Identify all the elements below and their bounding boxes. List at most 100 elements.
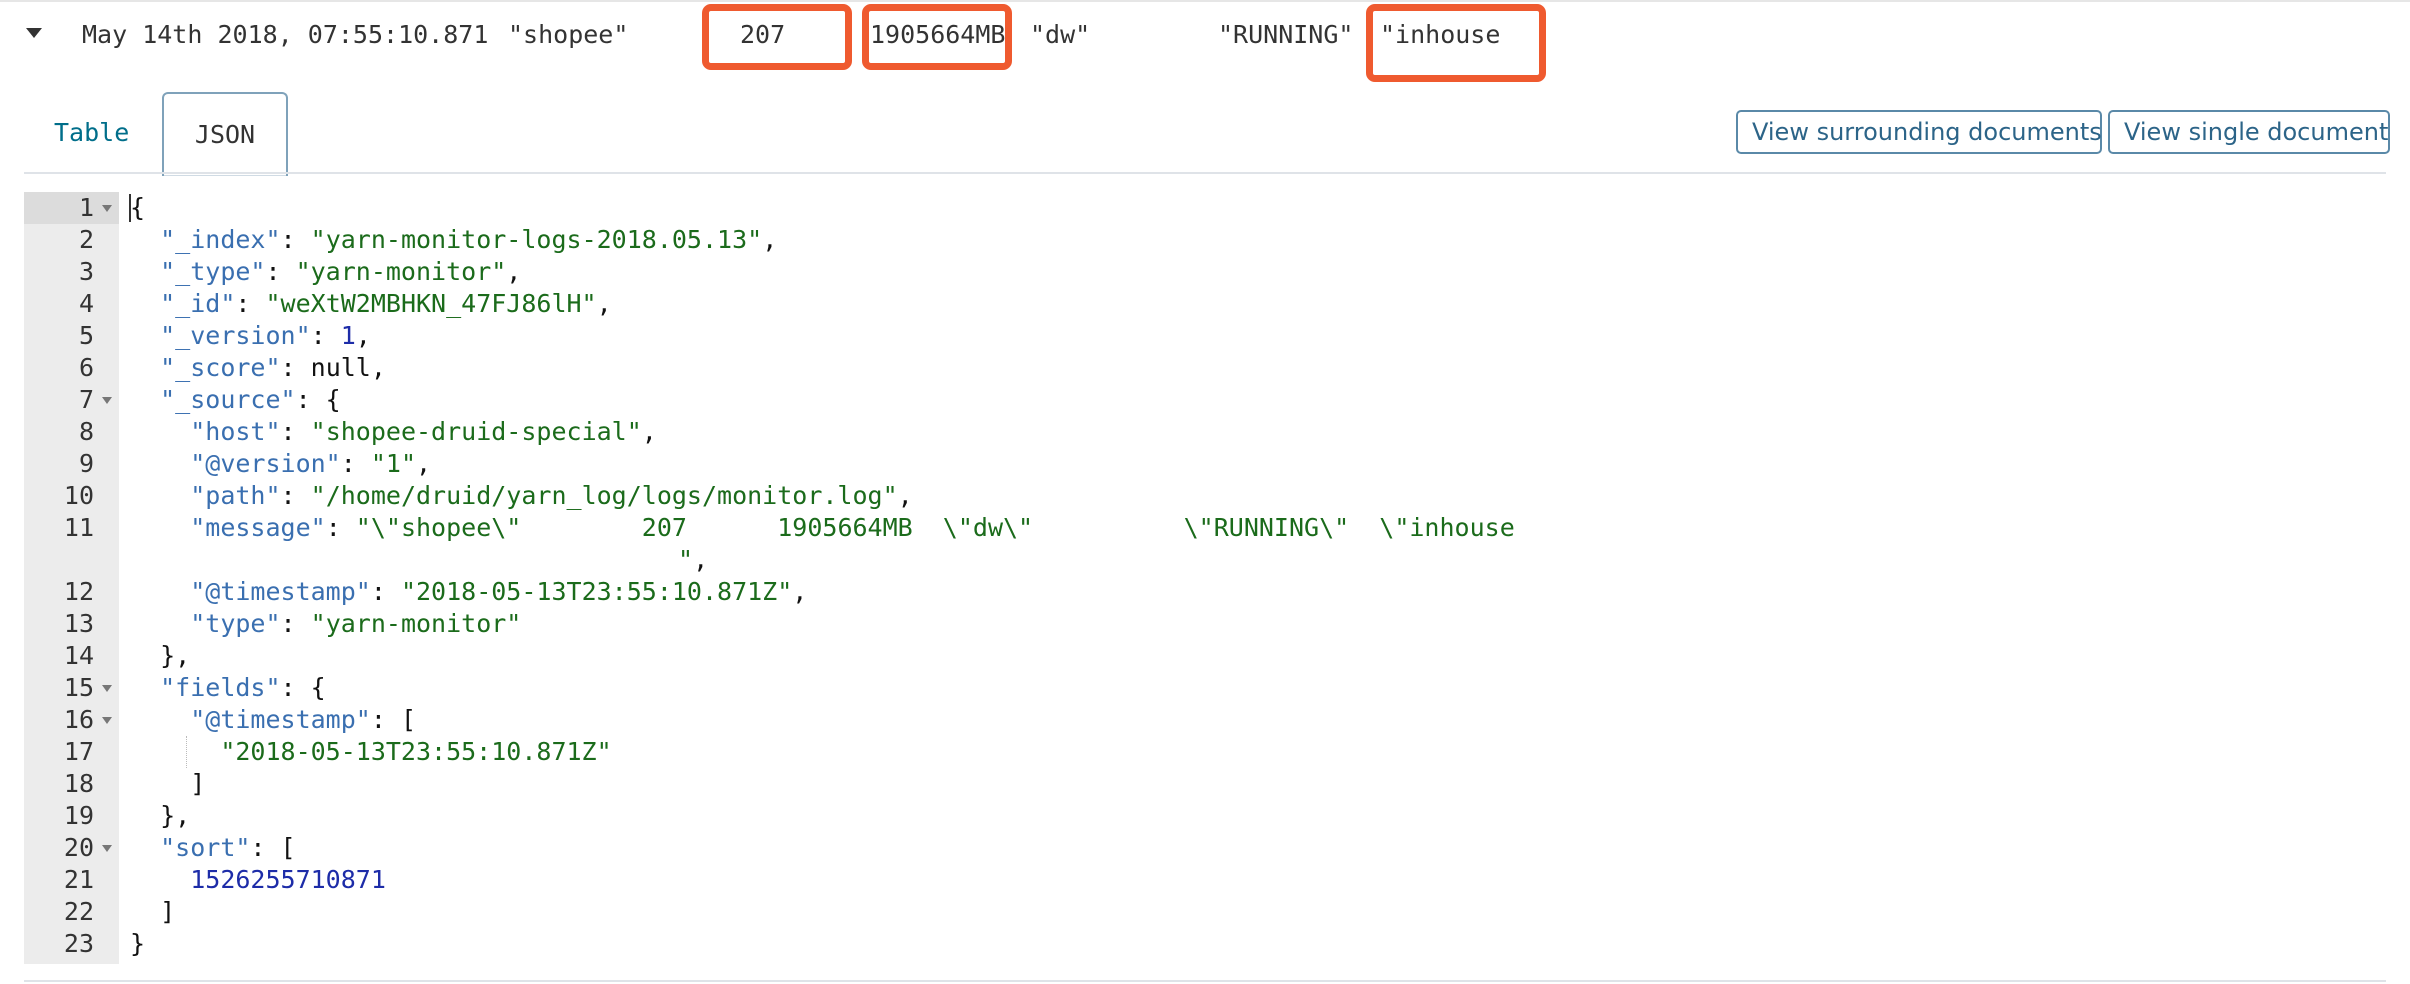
json-key: "_id" [160, 289, 236, 318]
code-punct: : [280, 225, 311, 254]
code-punct: : [280, 417, 311, 446]
line-number: 21 [63, 865, 94, 894]
code-line: 3 "_type": "yarn-monitor", [24, 256, 2386, 288]
code-line: 12 "@timestamp": "2018-05-13T23:55:10.87… [24, 576, 2386, 608]
line-number: 5 [78, 321, 94, 350]
code-line: 11 "message": "\"shopee\" 207 1905664MB … [24, 512, 2386, 544]
tab-table[interactable]: Table [54, 118, 129, 147]
json-key: "@timestamp" [190, 705, 371, 734]
code-line: 10 "path": "/home/druid/yarn_log/logs/mo… [24, 480, 2386, 512]
tab-json[interactable]: JSON [162, 92, 288, 176]
code-punct: : [370, 577, 401, 606]
text-caret [129, 194, 131, 222]
code-punct: : [280, 353, 311, 382]
fold-arrow-icon[interactable] [102, 685, 112, 692]
json-value: "1" [370, 449, 416, 478]
json-key: "_index" [160, 225, 281, 254]
json-value: null [310, 353, 371, 382]
line-number: 10 [63, 481, 94, 510]
json-key: "_type" [160, 257, 266, 286]
collapse-caret-icon[interactable] [26, 28, 42, 38]
row-state: "RUNNING" [1218, 20, 1354, 49]
view-surrounding-documents-button[interactable]: View surrounding documents [1736, 110, 2102, 154]
code-punct: : [ [250, 833, 296, 862]
code-punct: : [265, 257, 296, 286]
code-line: 17 "2018-05-13T23:55:10.871Z" [24, 736, 2386, 768]
line-number: 16 [63, 705, 94, 734]
line-number: 18 [63, 769, 94, 798]
fold-arrow-icon[interactable] [102, 717, 112, 724]
json-key: "_source" [160, 385, 296, 414]
code-line: 18 ] [24, 768, 2386, 800]
json-value: 1526255710871 [190, 865, 386, 894]
code-punct: , [596, 289, 612, 318]
row-timestamp: May 14th 2018, 07:55:10.871 [82, 20, 489, 49]
json-value: "yarn-monitor-logs-2018.05.13" [310, 225, 763, 254]
line-number: 23 [63, 929, 94, 958]
line-number: 12 [63, 577, 94, 606]
code-line: 14 }, [24, 640, 2386, 672]
line-number: 3 [78, 257, 94, 286]
code-punct: , [792, 577, 808, 606]
code-line: 16 "@timestamp": [ [24, 704, 2386, 736]
code-punct: , [897, 481, 913, 510]
code-line: 9 "@version": "1", [24, 448, 2386, 480]
json-key: "_score" [160, 353, 281, 382]
code-line: 13 "type": "yarn-monitor" [24, 608, 2386, 640]
code-punct: }, [160, 801, 191, 830]
json-key: "type" [190, 609, 281, 638]
document-row[interactable]: May 14th 2018, 07:55:10.871 "shopee" 207… [0, 2, 2410, 82]
code-line: 4 "_id": "weXtW2MBHKN_47FJ86lH", [24, 288, 2386, 320]
fold-arrow-icon[interactable] [102, 845, 112, 852]
code-line: 19 }, [24, 800, 2386, 832]
code-punct: ] [190, 769, 206, 798]
line-number: 20 [63, 833, 94, 862]
code-punct: : [ [370, 705, 416, 734]
line-number: 1 [78, 193, 94, 222]
line-number: 8 [78, 417, 94, 446]
code-punct: : [235, 289, 266, 318]
code-line: 8 "host": "shopee-druid-special", [24, 416, 2386, 448]
line-number: 17 [63, 737, 94, 766]
code-punct: : [340, 449, 371, 478]
line-number: 13 [63, 609, 94, 638]
json-key: "host" [190, 417, 281, 446]
code-punct: , [416, 449, 432, 478]
code-punct: , [355, 321, 371, 350]
json-value: "weXtW2MBHKN_47FJ86lH" [265, 289, 597, 318]
code-line: 23 } [24, 928, 2386, 960]
code-line: 20 "sort": [ [24, 832, 2386, 864]
code-line-wrapped: ", [24, 544, 2386, 576]
line-number: 15 [63, 673, 94, 702]
line-number: 11 [63, 513, 94, 542]
code-punct: }, [160, 641, 191, 670]
json-value: "shopee-druid-special" [310, 417, 642, 446]
code-punct: : { [280, 673, 326, 702]
line-number: 19 [63, 801, 94, 830]
code-punct: , [762, 225, 778, 254]
code-line: 21 1526255710871 [24, 864, 2386, 896]
line-number: 6 [78, 353, 94, 382]
fold-arrow-icon[interactable] [102, 205, 112, 212]
code-punct: { [130, 193, 146, 222]
line-number: 22 [63, 897, 94, 926]
json-value: "2018-05-13T23:55:10.871Z" [400, 577, 793, 606]
json-key: "path" [190, 481, 281, 510]
bottom-divider [24, 980, 2386, 982]
code-punct: ] [160, 897, 176, 926]
json-key: "@timestamp" [190, 577, 371, 606]
json-key: "message" [190, 513, 326, 542]
json-editor[interactable]: 1 { 2 "_index": "yarn-monitor-logs-2018.… [24, 192, 2386, 964]
code-line: 15 "fields": { [24, 672, 2386, 704]
code-punct: , [641, 417, 657, 446]
code-punct: } [130, 929, 146, 958]
fold-arrow-icon[interactable] [102, 397, 112, 404]
highlight-box-count [702, 4, 852, 70]
code-punct: : [280, 481, 311, 510]
view-single-document-button[interactable]: View single document [2108, 110, 2390, 154]
row-user: "shopee" [508, 20, 629, 49]
code-line: 7 "_source": { [24, 384, 2386, 416]
highlight-box-type [1366, 4, 1546, 82]
json-value: "2018-05-13T23:55:10.871Z" [220, 737, 612, 766]
code-punct: : [280, 609, 311, 638]
